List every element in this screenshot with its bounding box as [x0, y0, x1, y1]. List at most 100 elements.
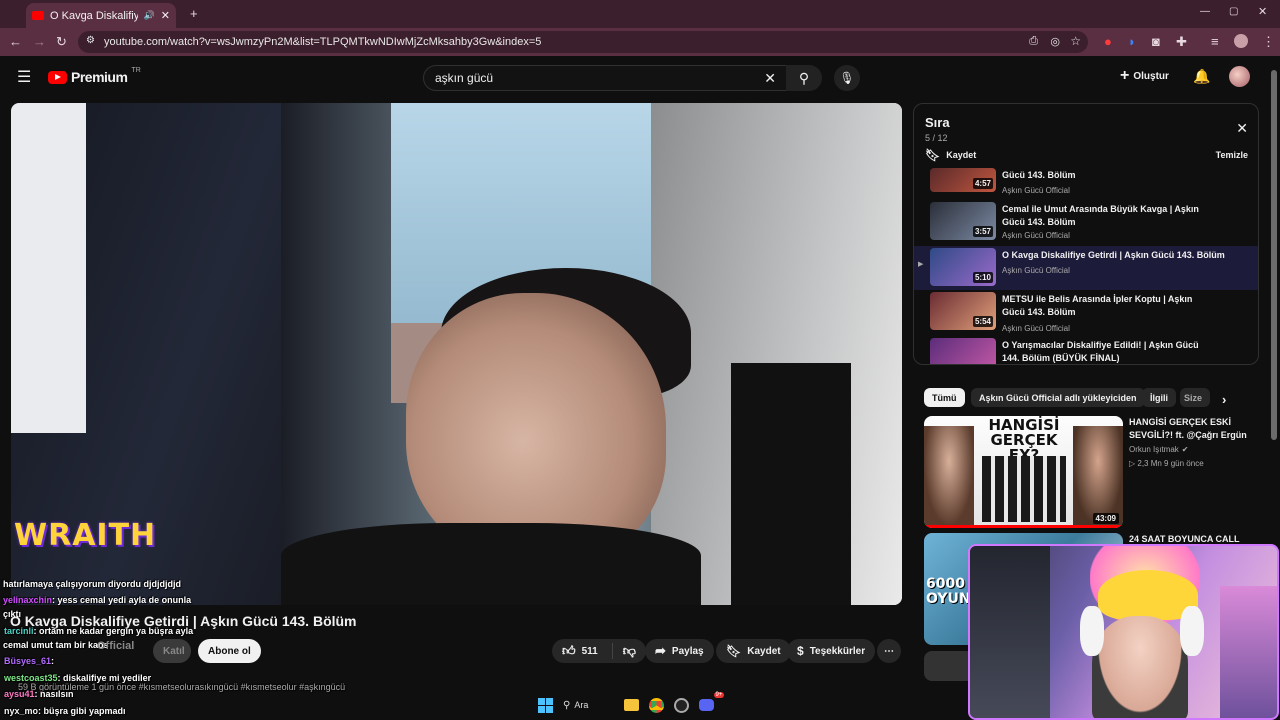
- extensions-puzzle-icon[interactable]: ✚: [1176, 35, 1187, 48]
- queue-item[interactable]: 3:57 Cemal ile Umut Arasında Büyük Kavga…: [914, 200, 1258, 244]
- video-duration: 43:09: [1092, 513, 1119, 524]
- playlist-queue-panel: Sıra 5 / 12 ✕ 🔖︎ Kaydet Temizle 4:57 Güc…: [913, 103, 1259, 365]
- search-icon: ⚲: [563, 699, 571, 711]
- youtube-header: ☰ Premium TR aşkın gücü ✕ ⚲ 🎙 + Oluştur …: [0, 56, 1280, 100]
- maximize-icon[interactable]: ▢: [1229, 7, 1238, 17]
- more-icon: ⋯: [884, 645, 894, 657]
- chat-message: yelinaxchin: yess cemal yedi ayla de onu…: [3, 595, 192, 605]
- bookmark-icon: 🔖︎: [726, 644, 742, 658]
- app-icon[interactable]: [674, 697, 690, 713]
- chat-username: yelinaxchin: [3, 595, 53, 605]
- hamburger-menu-icon[interactable]: ☰: [17, 67, 31, 87]
- chip-from-uploader[interactable]: Aşkın Gücü Official adlı yükleyiciden: [971, 388, 1145, 407]
- chat-message: westcoast35: diskalifiye mi yediler: [4, 673, 152, 683]
- join-button[interactable]: Katıl: [153, 639, 191, 663]
- queue-thumbnail: 3:57: [930, 202, 996, 240]
- share-button[interactable]: ➦ Paylaş: [645, 639, 714, 663]
- back-icon[interactable]: ←: [9, 35, 22, 48]
- queue-clear-button[interactable]: Temizle: [1216, 150, 1248, 160]
- new-tab-icon[interactable]: +: [190, 7, 198, 20]
- reload-icon[interactable]: ↻: [56, 35, 67, 48]
- queue-item-active[interactable]: ▶ 5:10 O Kavga Diskalifiye Getirdi | Aşk…: [914, 246, 1258, 290]
- search-input[interactable]: aşkın gücü ✕: [423, 65, 787, 91]
- recommendation-thumbnail[interactable]: [924, 651, 974, 681]
- thumb-text: 6000 OYUN: [926, 576, 971, 607]
- streamer-webcam: [968, 544, 1279, 720]
- recommendation-title[interactable]: 24 SAAT BOYUNCA CALL: [1129, 534, 1259, 544]
- channel-name[interactable]: Official: [97, 640, 134, 652]
- notification-badge: 9+: [713, 692, 725, 698]
- window-close-icon[interactable]: ✕: [1258, 7, 1267, 18]
- thumbs-down-icon[interactable]: 👎︎: [623, 643, 636, 659]
- chat-username: Büsyes_61: [4, 656, 52, 666]
- create-button[interactable]: + Oluştur: [1120, 67, 1169, 85]
- like-count: 511: [581, 645, 598, 657]
- chat-message: aysu41: nasılsın: [4, 689, 74, 699]
- chip-related[interactable]: İlgili: [1142, 388, 1176, 407]
- chip-all[interactable]: Tümü: [924, 388, 965, 407]
- install-icon[interactable]: ⎙: [1029, 35, 1038, 48]
- queue-item[interactable]: O Yarışmacılar Diskalifiye Edildi! | Aşk…: [914, 336, 1258, 364]
- queue-position: 5 / 12: [925, 133, 948, 143]
- account-avatar[interactable]: [1229, 66, 1250, 87]
- extension-blue-icon[interactable]: ◗: [1128, 35, 1136, 48]
- chat-username: tarcinli: [4, 626, 34, 636]
- chat-username: nyx_mo: [4, 706, 39, 716]
- chat-message: hatırlamaya çalışıyorum diyordu djdjdjdj…: [3, 579, 182, 589]
- windows-taskbar: ⚲ Ara 9+: [470, 690, 750, 720]
- clear-search-icon[interactable]: ✕: [764, 70, 776, 87]
- address-bar[interactable]: ⚙ youtube.com/watch?v=wsJwmzyPn2M&list=T…: [78, 31, 1088, 53]
- chrome-menu-icon[interactable]: ⋮: [1262, 35, 1275, 48]
- forward-icon[interactable]: →: [33, 35, 46, 48]
- search-button[interactable]: ⚲: [786, 65, 822, 91]
- like-button[interactable]: 👍︎ 511 👎︎: [552, 639, 646, 663]
- chat-username: westcoast35: [4, 673, 58, 683]
- url-text: youtube.com/watch?v=wsJwmzyPn2M&list=TLP…: [104, 36, 542, 48]
- queue-item[interactable]: 5:54 METSU ile Belis Arasında İpler Kopt…: [914, 290, 1258, 334]
- chip-for-you[interactable]: Size: [1180, 388, 1210, 407]
- video-black-shirt: [731, 363, 851, 605]
- queue-close-icon[interactable]: ✕: [1236, 120, 1248, 137]
- thumbs-up-icon: 👍︎: [562, 643, 576, 658]
- tab-close-icon[interactable]: ✕: [161, 9, 170, 22]
- file-explorer-icon[interactable]: [624, 699, 640, 711]
- media-icon[interactable]: ≡: [1211, 35, 1219, 48]
- recommendation-thumbnail[interactable]: HANGİSİ GERÇEK EX? 43:09: [924, 416, 1123, 528]
- browser-toolbar: ← → ↻ ⚙ youtube.com/watch?v=wsJwmzyPn2M&…: [0, 28, 1280, 56]
- queue-save-button[interactable]: 🔖︎ Kaydet: [925, 148, 976, 162]
- recommendation-title[interactable]: HANGİSİ GERÇEK ESKİ SEVGİLİ?! ft. @Çağrı…: [1129, 416, 1259, 442]
- browser-tab[interactable]: O Kavga Diskalifiye Getirdi | 🔊 ✕: [26, 3, 176, 28]
- extension-owl-icon[interactable]: ◙: [1152, 35, 1160, 48]
- chips-next-icon[interactable]: ›: [1222, 392, 1226, 407]
- profile-avatar-icon[interactable]: [1234, 34, 1248, 48]
- save-button[interactable]: 🔖︎ Kaydet: [716, 639, 791, 663]
- chat-message: cemal umut tam bir kaos: [3, 640, 109, 650]
- taskbar-search[interactable]: ⚲ Ara: [563, 700, 588, 711]
- queue-thumbnail: [930, 338, 996, 364]
- youtube-logo[interactable]: Premium TR: [48, 66, 141, 85]
- video-black-jacket: [281, 523, 701, 605]
- plus-icon: +: [1120, 67, 1130, 84]
- discord-icon[interactable]: 9+: [699, 692, 725, 711]
- eye-off-icon[interactable]: ◎: [1050, 35, 1060, 48]
- bookmark-star-icon[interactable]: ☆: [1070, 34, 1081, 48]
- subscribe-button[interactable]: Abone ol: [198, 639, 261, 663]
- bookmark-icon: 🔖︎: [925, 148, 941, 162]
- page-scrollbar[interactable]: [1271, 70, 1277, 440]
- windows-start-icon[interactable]: [538, 697, 553, 713]
- minimize-icon[interactable]: —: [1200, 7, 1210, 17]
- thanks-button[interactable]: $ Teşekkürler: [787, 639, 876, 663]
- more-actions-button[interactable]: ⋯: [877, 639, 901, 663]
- logo-country-badge: TR: [131, 66, 141, 74]
- speaker-icon[interactable]: 🔊: [144, 10, 155, 21]
- site-info-icon[interactable]: ⚙: [86, 35, 95, 46]
- extension-red-icon[interactable]: ●: [1104, 35, 1112, 48]
- chat-message: tarcinli: ortam ne kadar gergin ya büşra…: [4, 626, 194, 636]
- wraith-overlay-logo: WRAITH: [14, 518, 157, 553]
- video-white-shirt: [11, 103, 86, 433]
- voice-search-button[interactable]: 🎙: [834, 65, 860, 91]
- notifications-bell-icon[interactable]: 🔔: [1193, 68, 1210, 85]
- recommendation-channel[interactable]: Orkun Işıtmak ✔: [1129, 445, 1189, 454]
- queue-title: Sıra: [925, 115, 950, 130]
- chrome-icon[interactable]: [649, 697, 665, 713]
